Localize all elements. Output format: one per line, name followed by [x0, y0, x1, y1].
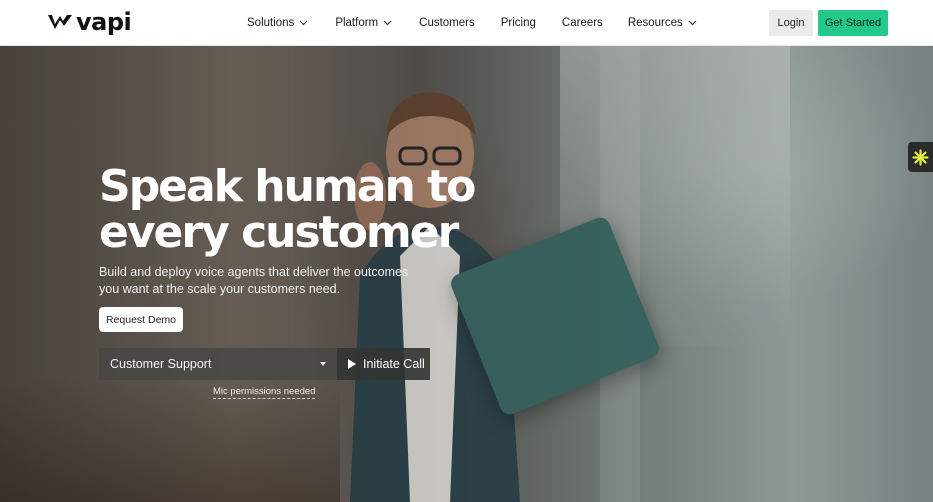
- nav-item-label: Customers: [419, 17, 475, 29]
- nav-item-label: Solutions: [247, 17, 295, 29]
- caret-down-icon: [320, 362, 326, 366]
- nav-item-customers[interactable]: Customers: [419, 17, 475, 29]
- call-bar: Customer Support Initiate Call: [99, 348, 430, 380]
- get-started-button[interactable]: Get Started: [818, 10, 888, 36]
- nav-menu: Solutions Platform Customers Pricing Car…: [247, 0, 697, 46]
- nav-item-label: Careers: [561, 17, 603, 29]
- nav-item-label: Resources: [627, 17, 683, 29]
- mic-permissions-link[interactable]: Mic permissions needed: [213, 386, 316, 399]
- hero-subline: Build and deploy voice agents that deliv…: [99, 265, 409, 296]
- chevron-down-icon: [688, 20, 697, 26]
- initiate-call-button[interactable]: Initiate Call: [337, 348, 430, 380]
- nav-item-pricing[interactable]: Pricing: [501, 17, 536, 29]
- login-button[interactable]: Login: [769, 10, 813, 36]
- vapi-logo-icon: [48, 15, 72, 29]
- hero-section: Speak human to every customer Build and …: [0, 46, 933, 502]
- side-widget-button[interactable]: [908, 142, 933, 172]
- brand-name: vapi: [76, 8, 132, 36]
- nav-item-resources[interactable]: Resources: [628, 17, 697, 29]
- asterisk-icon: [912, 148, 929, 166]
- vapi-logo[interactable]: vapi: [47, 8, 132, 36]
- hero-headline: Speak human to every customer: [99, 161, 476, 258]
- agent-select[interactable]: Customer Support: [99, 348, 337, 380]
- top-navigation: vapi Solutions Platform Customers Pricin…: [0, 0, 933, 46]
- initiate-call-label: Initiate Call: [363, 357, 425, 371]
- nav-item-label: Pricing: [500, 17, 536, 29]
- nav-item-platform[interactable]: Platform: [335, 17, 392, 29]
- nav-item-careers[interactable]: Careers: [562, 17, 603, 29]
- chevron-down-icon: [299, 20, 308, 26]
- request-demo-button[interactable]: Request Demo: [99, 307, 183, 332]
- play-icon: [348, 359, 356, 369]
- chevron-down-icon: [383, 20, 392, 26]
- agent-select-value: Customer Support: [110, 357, 212, 371]
- nav-item-label: Platform: [335, 17, 379, 29]
- nav-item-solutions[interactable]: Solutions: [247, 17, 308, 29]
